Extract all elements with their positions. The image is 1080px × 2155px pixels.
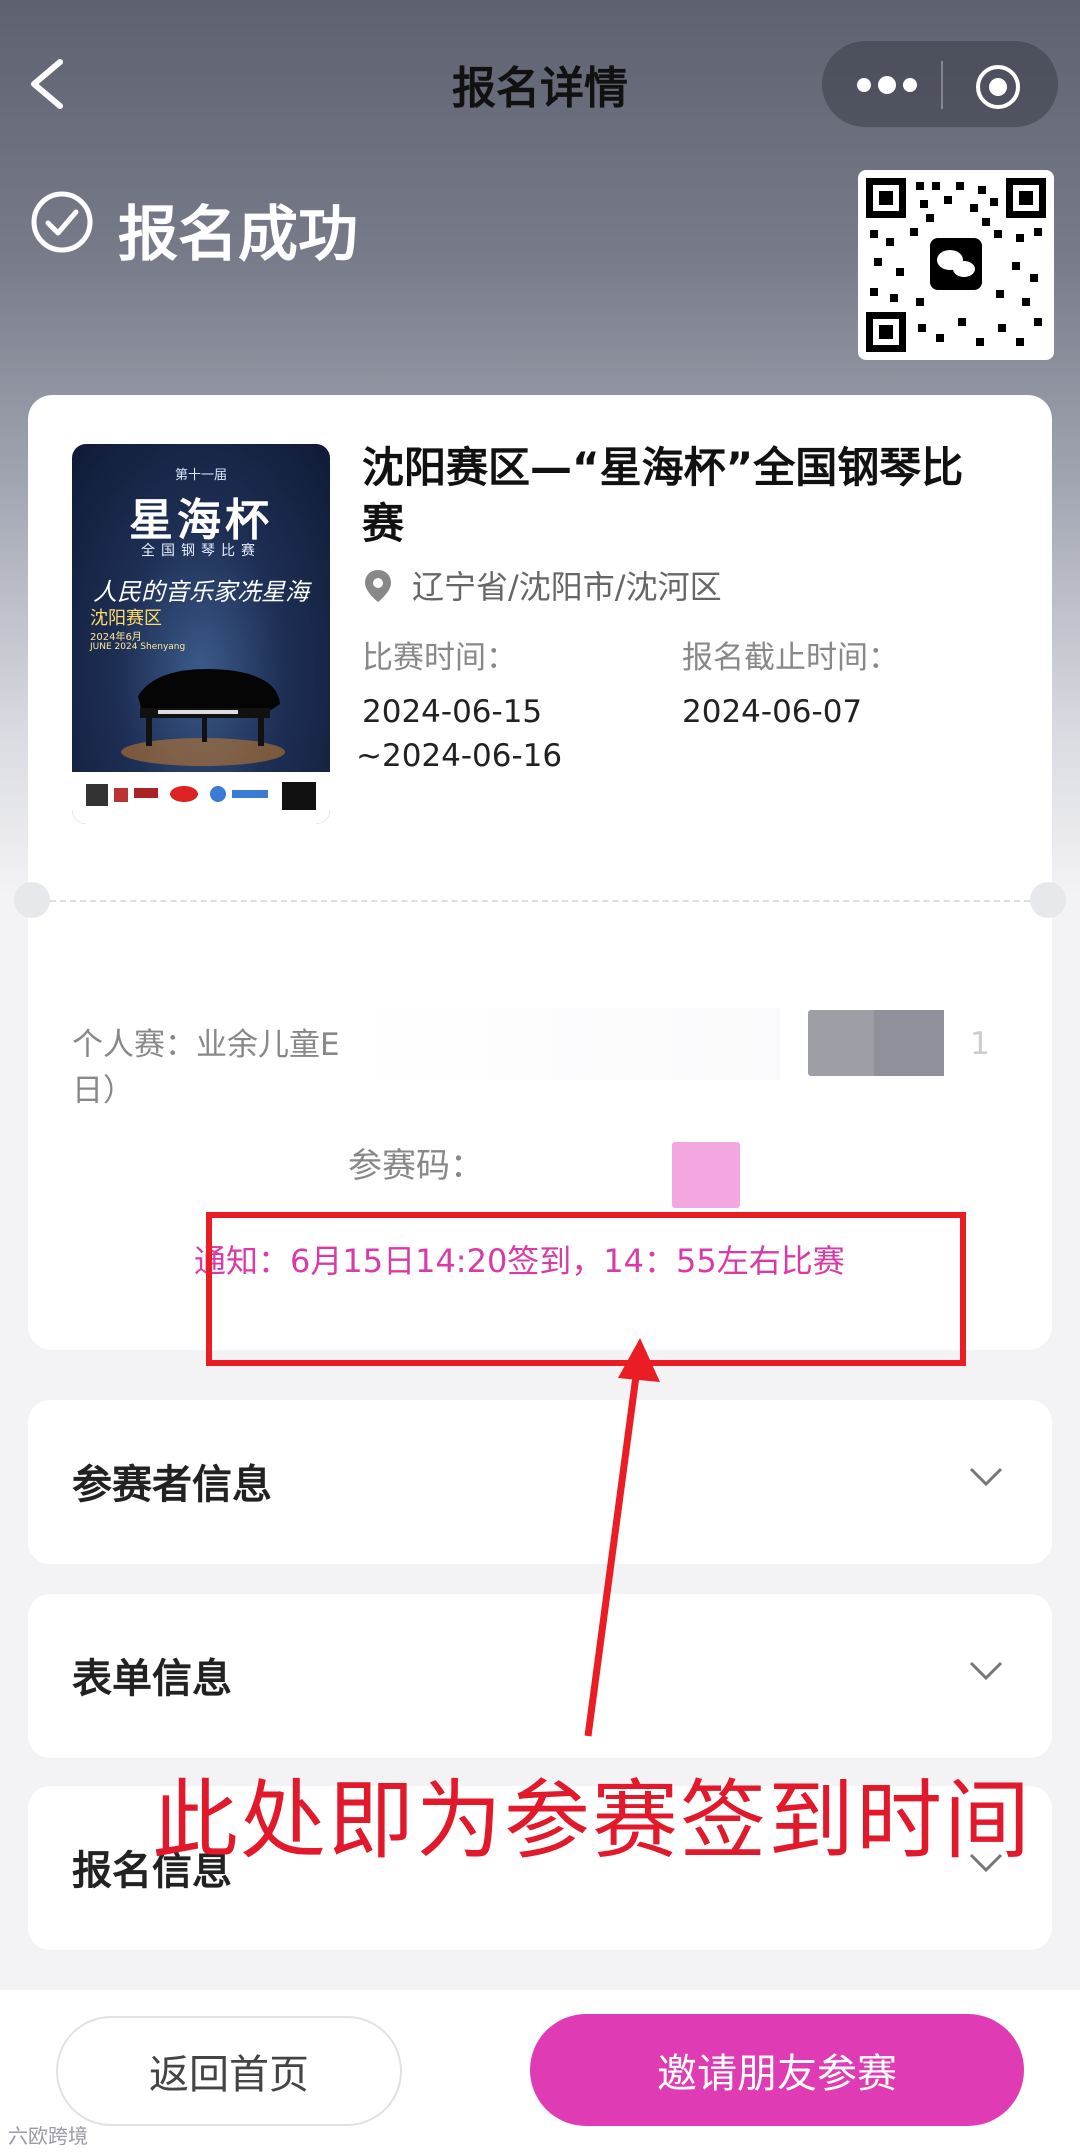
ticket-notch-left	[14, 882, 50, 918]
event-location: 辽宁省/沈阳市/沈河区	[412, 568, 722, 606]
close-target-icon[interactable]	[974, 63, 1022, 111]
ticket-notch-right	[1030, 882, 1066, 918]
entry-category-tail: 日）	[72, 1073, 134, 1109]
chevron-down-icon	[968, 1660, 1004, 1682]
invite-friends-button[interactable]: 邀请朋友参赛	[530, 2014, 1024, 2126]
section-label: 参赛者信息	[72, 1462, 272, 1508]
privacy-blur	[340, 1008, 780, 1080]
chevron-down-icon	[968, 1466, 1004, 1488]
poster-date-en: JUNE 2024 Shenyang	[90, 642, 186, 652]
entry-trailing-digit: 1	[970, 1026, 990, 1062]
sponsor-logos	[72, 772, 330, 824]
poster-title: 星海杯	[129, 495, 273, 546]
event-title: 沈阳赛区—“星海杯”全国钢琴比赛	[362, 443, 964, 548]
event-poster[interactable]: 第十一届 星海杯 全国钢琴比赛 人民的音乐家冼星海 沈阳赛区 2024年6月 J…	[72, 444, 330, 824]
back-home-button[interactable]: 返回首页	[56, 2016, 402, 2126]
more-icon[interactable]	[852, 61, 922, 109]
check-circle-icon	[30, 190, 94, 254]
annotation-highlight-box	[206, 1212, 966, 1366]
deadline-label: 报名截止时间：	[682, 640, 899, 676]
piano-illustration	[118, 656, 288, 766]
dashed-divider	[50, 900, 1030, 902]
competition-time-label: 比赛时间：	[362, 640, 517, 676]
deadline-date: 2024-06-07	[682, 694, 863, 730]
capsule-divider	[941, 61, 943, 109]
privacy-mask-dark	[874, 1010, 944, 1076]
section-label: 表单信息	[72, 1656, 232, 1702]
poster-calligraphy: 人民的音乐家冼星海	[93, 578, 309, 606]
poster-date: 2024年6月	[90, 632, 142, 643]
entry-category-text: 个人赛：业余儿童E	[72, 1027, 340, 1063]
annotation-text: 此处即为参赛签到时间	[152, 1771, 1032, 1871]
wechat-qr-code[interactable]	[858, 170, 1054, 360]
poster-region: 沈阳赛区	[90, 608, 162, 629]
poster-subtitle: 全国钢琴比赛	[141, 543, 261, 559]
mini-program-capsule	[821, 40, 1059, 128]
entry-code-label: 参赛码：	[348, 1146, 484, 1186]
competition-start-date: 2024-06-15	[362, 694, 543, 730]
entry-code-mask	[672, 1142, 740, 1208]
section-form-info[interactable]: 表单信息	[28, 1594, 1052, 1758]
poster-edition: 第十一届	[174, 468, 227, 483]
location-pin-icon	[362, 568, 394, 604]
watermark: 六欧跨境	[8, 2124, 88, 2148]
section-participant-info[interactable]: 参赛者信息	[28, 1400, 1052, 1564]
competition-end-date: ~2024-06-16	[356, 738, 563, 774]
success-status: 报名成功	[118, 200, 358, 270]
